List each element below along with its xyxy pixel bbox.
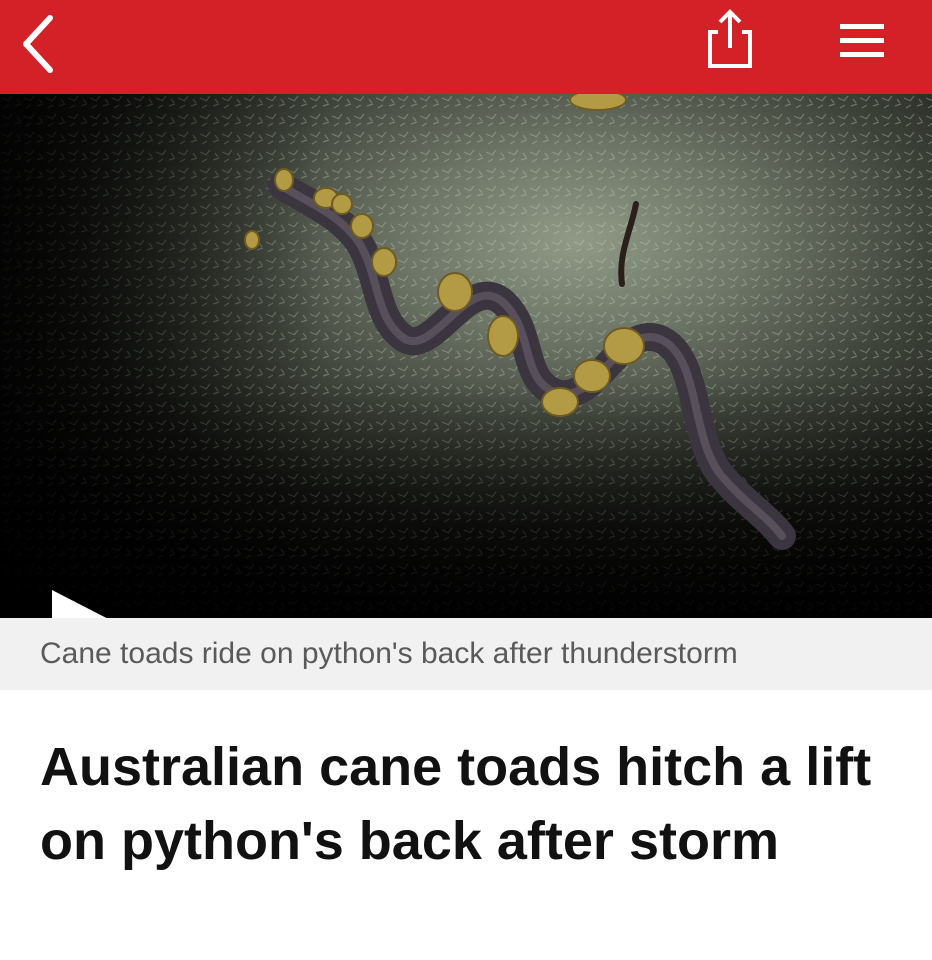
hamburger-menu-icon [840,24,884,57]
top-nav-bar [0,0,932,94]
share-icon [708,9,752,68]
share-button[interactable] [704,6,758,72]
play-icon [52,590,107,618]
chevron-left-icon [23,15,53,73]
play-button[interactable] [50,590,124,618]
article-headline: Australian cane toads hitch a lift on py… [40,737,872,871]
back-button[interactable] [12,8,72,78]
video-caption-bar: Cane toads ride on python's back after t… [0,618,932,690]
article-screen: Cane toads ride on python's back after t… [0,0,932,960]
video-caption: Cane toads ride on python's back after t… [40,637,738,670]
video-player[interactable] [0,94,932,618]
menu-button[interactable] [830,14,894,68]
video-thumbnail [0,94,932,618]
